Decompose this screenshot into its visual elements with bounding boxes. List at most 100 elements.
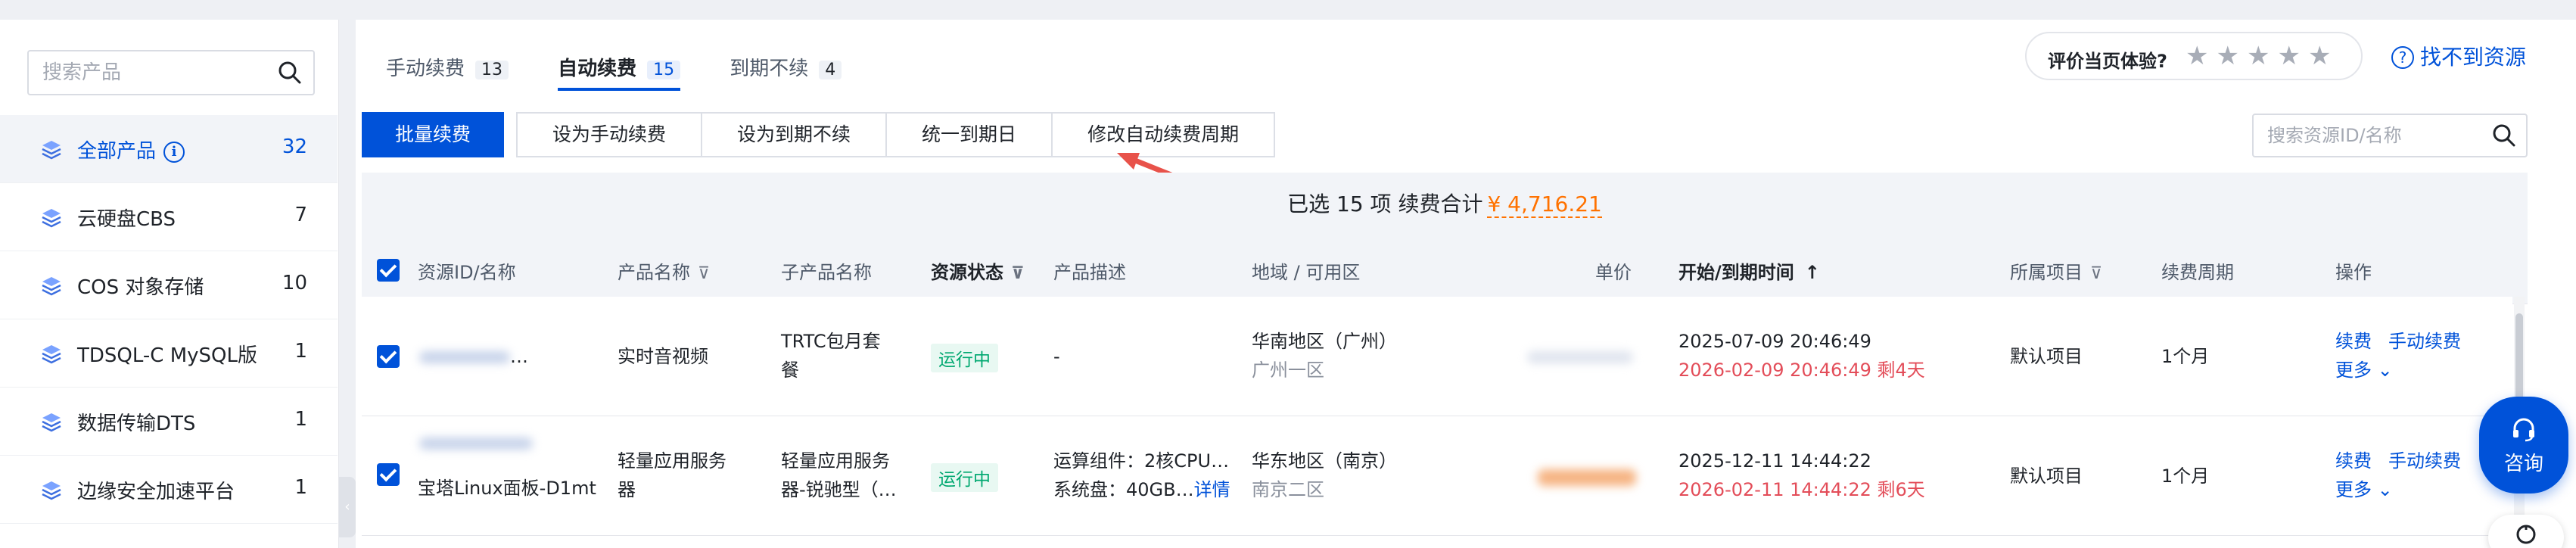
rating-label: 评价当页体验? (2048, 51, 2167, 72)
select-all-checkbox[interactable] (377, 259, 400, 282)
filter-icon[interactable]: ⊽ (698, 264, 710, 283)
cannot-find-resource-link[interactable]: ? 找不到资源 (2391, 41, 2526, 71)
start-end-time: 2025-07-09 20:46:49 2026-02-09 20:46:49 剩… (1678, 331, 1925, 381)
col-start-end-time[interactable]: 开始/到期时间 ↑ (1678, 257, 1820, 284)
filter-icon[interactable]: ⊽ (2090, 264, 2102, 283)
tab-count-badge: 13 (475, 61, 509, 79)
redacted-resource-id (419, 351, 510, 363)
tab-label: 自动续费 (558, 58, 637, 80)
consult-button[interactable]: 咨询 (2479, 397, 2568, 494)
page-rating-widget: 评价当页体验? ★★★★★ (2025, 32, 2363, 80)
renew-period: 1个月 (2161, 346, 2210, 367)
product-search-box[interactable] (27, 50, 315, 95)
feedback-fab[interactable] (2488, 515, 2564, 548)
set-no-renew-button[interactable]: 设为到期不续 (701, 112, 888, 157)
col-description: 产品描述 (1053, 262, 1126, 283)
renew-link[interactable]: 续费 (2335, 331, 2372, 352)
sidebar-item-edge-security[interactable]: 边缘安全加速平台 1 (0, 456, 338, 524)
selection-summary-text: 已选 15 项 续费合计 (1287, 191, 1483, 216)
search-icon[interactable] (2491, 123, 2517, 151)
tab-no-renew[interactable]: 到期不续 4 (730, 53, 842, 91)
product-description: 运算组件：2核CPU… 系统盘：40GB…详情 (1053, 450, 1230, 500)
sidebar-item-count: 1 (294, 408, 307, 431)
redacted-resource-id (419, 437, 533, 450)
sidebar-item-count: 7 (294, 204, 307, 226)
sidebar-item-label: 边缘安全加速平台 (77, 481, 235, 503)
star-icon[interactable]: ★ (2186, 41, 2216, 71)
question-circle-icon: ? (2391, 46, 2414, 69)
filter-icon[interactable]: ⊽ (1011, 264, 1025, 283)
tab-manual-renew[interactable]: 手动续费 13 (386, 53, 509, 91)
star-icon[interactable]: ★ (2277, 41, 2307, 71)
sidebar-item-count: 1 (294, 476, 307, 499)
unify-expiry-button[interactable]: 统一到期日 (885, 112, 1053, 157)
rating-stars: ★★★★★ (2186, 41, 2338, 71)
row-checkbox[interactable] (377, 345, 400, 368)
tab-count-badge: 4 (819, 61, 842, 79)
product-description: - (1053, 346, 1060, 367)
sidebar-item-label: 全部产品 i (77, 135, 185, 163)
resource-name[interactable]: 宝塔Linux面板-D1mt (418, 474, 596, 503)
star-icon[interactable]: ★ (2308, 41, 2338, 71)
info-icon[interactable]: i (163, 141, 185, 163)
row-checkbox[interactable] (377, 463, 400, 486)
status-badge: 运行中 (931, 463, 998, 492)
sidebar-item-label: TDSQL-C MySQL版 (77, 344, 257, 367)
star-icon[interactable]: ★ (2216, 41, 2246, 71)
row-operations: 续费 手动续费更多 ⌄ (2335, 447, 2478, 504)
table-header: 资源ID/名称 产品名称 ⊽ 子产品名称 资源状态 ⊽ 产品描述 地域 / 可用区 … (362, 236, 2528, 304)
col-renew-period: 续费周期 (2161, 262, 2234, 283)
product-cube-icon (41, 207, 62, 232)
sidebar-item-dts[interactable]: 数据传输DTS 1 (0, 388, 338, 456)
headset-icon (2510, 415, 2537, 445)
row-operations: 续费 手动续费更多 ⌄ (2335, 327, 2478, 385)
region-zone: 华东地区（南京） 南京二区 (1252, 450, 1397, 500)
resource-search-input[interactable] (2267, 115, 2487, 156)
tab-count-badge: 15 (647, 61, 681, 79)
table-row: … 实时音视频 TRTC包月套餐 运行中 - 华南地区（广州） 广州一区 2025… (362, 297, 2512, 416)
consult-label: 咨询 (2503, 453, 2543, 475)
sidebar-item-all-products[interactable]: 全部产品 i 32 (0, 115, 338, 183)
manual-renew-link[interactable]: 手动续费 (2388, 331, 2461, 352)
table-row: 宝塔Linux面板-D1mt 轻量应用服务器 轻量应用服务 器-锐驰型（… 运行中… (362, 416, 2512, 536)
star-icon[interactable]: ★ (2247, 41, 2277, 71)
description-details-link[interactable]: 详情 (1194, 479, 1230, 500)
redacted-price (1527, 351, 1633, 363)
more-menu-link[interactable]: 更多 ⌄ (2335, 479, 2393, 500)
product-cube-icon (41, 139, 62, 163)
product-sidebar: 全部产品i 32 云硬盘CBS 7 COS 对象存储 10 (0, 20, 339, 548)
product-search-input[interactable] (42, 51, 269, 94)
col-project: 所属项目 ⊽ (2010, 262, 2103, 283)
batch-renew-button[interactable]: 批量续费 (362, 112, 505, 157)
tab-auto-renew[interactable]: 自动续费 15 (558, 53, 681, 91)
subproduct-name: TRTC包月套餐 (781, 331, 881, 381)
set-manual-renew-button[interactable]: 设为手动续费 (516, 112, 703, 157)
more-menu-link[interactable]: 更多 ⌄ (2335, 360, 2393, 381)
subproduct-name: 轻量应用服务 器-锐驰型（… (781, 450, 897, 500)
sidebar-item-cos[interactable]: COS 对象存储 10 (0, 251, 338, 319)
sidebar-item-tdsql[interactable]: TDSQL-C MySQL版 1 (0, 319, 338, 388)
help-link-label: 找不到资源 (2420, 45, 2527, 70)
sidebar-item-cbs[interactable]: 云硬盘CBS 7 (0, 183, 338, 251)
top-strip (0, 0, 2576, 20)
sidebar-item-label: 数据传输DTS (77, 413, 196, 435)
sort-asc-icon[interactable]: ↑ (1805, 262, 1820, 283)
renewal-total-amount[interactable]: ¥ 4,716.21 (1487, 191, 1602, 218)
redacted-price (1538, 469, 1636, 486)
product-cube-icon (41, 344, 62, 368)
search-icon[interactable] (277, 60, 303, 89)
sidebar-item-label: 云硬盘CBS (77, 208, 176, 231)
resource-name[interactable]: … (510, 342, 528, 371)
region-zone: 华南地区（广州） 广州一区 (1252, 331, 1397, 381)
project-name: 默认项目 (2010, 346, 2083, 367)
tab-label: 到期不续 (730, 58, 809, 80)
status-badge: 运行中 (931, 344, 998, 372)
col-resource: 资源ID/名称 (418, 262, 516, 283)
renew-period: 1个月 (2161, 465, 2210, 487)
tab-label: 手动续费 (386, 58, 465, 80)
renew-link[interactable]: 续费 (2335, 450, 2372, 472)
col-product: 产品名称 ⊽ (618, 262, 711, 283)
sidebar-collapse-handle[interactable]: ‹ (339, 477, 356, 537)
resource-search-box[interactable] (2252, 114, 2528, 157)
manual-renew-link[interactable]: 手动续费 (2388, 450, 2461, 472)
